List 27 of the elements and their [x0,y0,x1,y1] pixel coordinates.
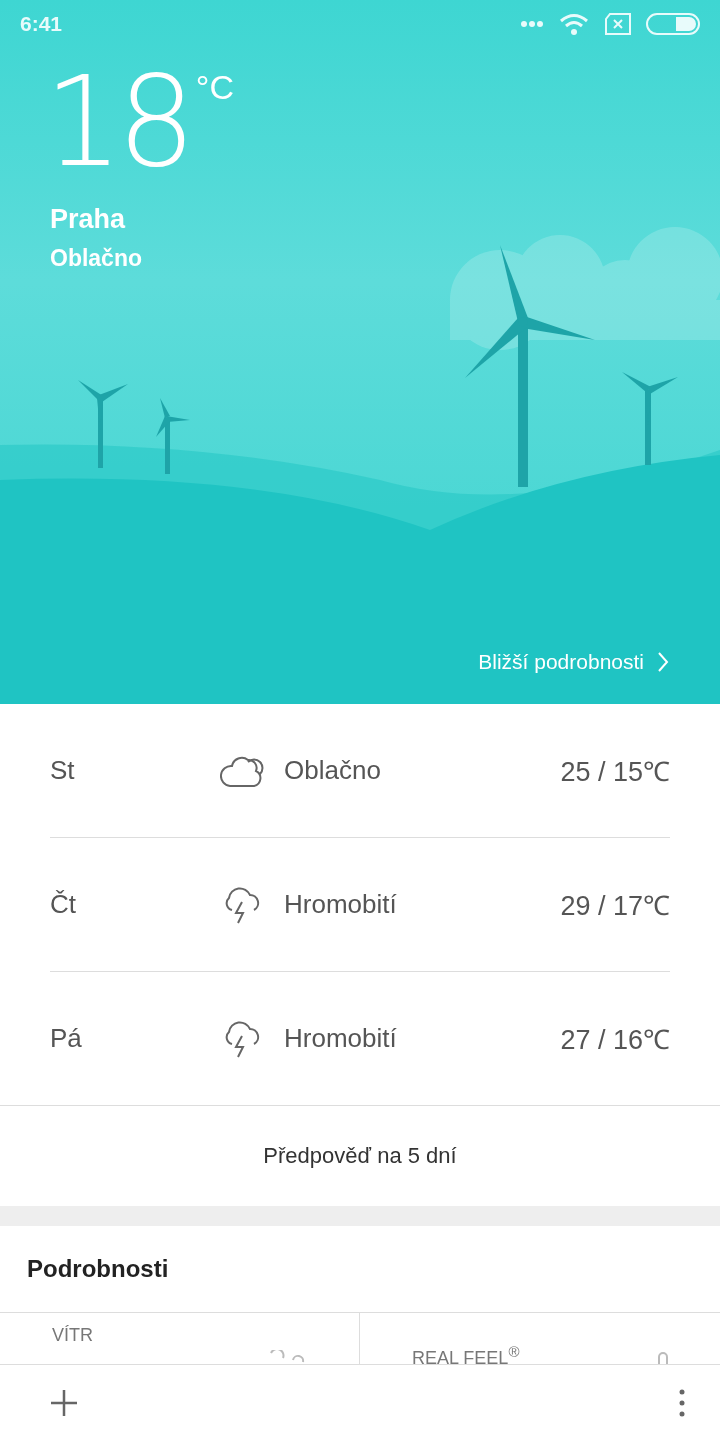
forecast-row[interactable]: Pá Hromobití 27 / 16℃ [50,972,670,1105]
forecast-temperature: 27 / 16℃ [560,1024,670,1057]
forecast-day: Pá [50,1023,200,1054]
forecast-condition: Oblačno [284,755,381,786]
vertical-dots-icon [678,1388,686,1417]
more-dots-icon [520,20,544,28]
plus-icon [50,1388,78,1417]
forecast-row[interactable]: Čt Hromobití 29 / 17℃ [50,838,670,972]
detail-label: REAL FEEL$^{®}$ [412,1343,520,1364]
sim-card-icon [604,13,632,35]
temperature-unit: °C [195,68,234,107]
wifi-icon [558,13,590,35]
forecast-temperature: 25 / 15℃ [560,756,670,789]
detail-label: VÍTR [52,1325,93,1346]
forecast-temperature: 29 / 17℃ [560,890,670,923]
forecast-day: Čt [50,889,200,920]
details-title: Podrobnosti [27,1255,169,1283]
battery-icon [646,13,700,35]
status-time: 6:41 [20,12,63,36]
city-name: Praha [50,204,126,235]
forecast-day: St [50,755,200,786]
forecast-row[interactable]: St Oblačno 25 / 15℃ [50,704,670,838]
temperature: 18 [44,62,190,182]
current-condition: Oblačno [50,245,142,272]
forecast-condition: Hromobití [284,889,397,920]
forecast-condition: Hromobití [284,1023,397,1054]
chevron-right-icon [656,651,670,673]
